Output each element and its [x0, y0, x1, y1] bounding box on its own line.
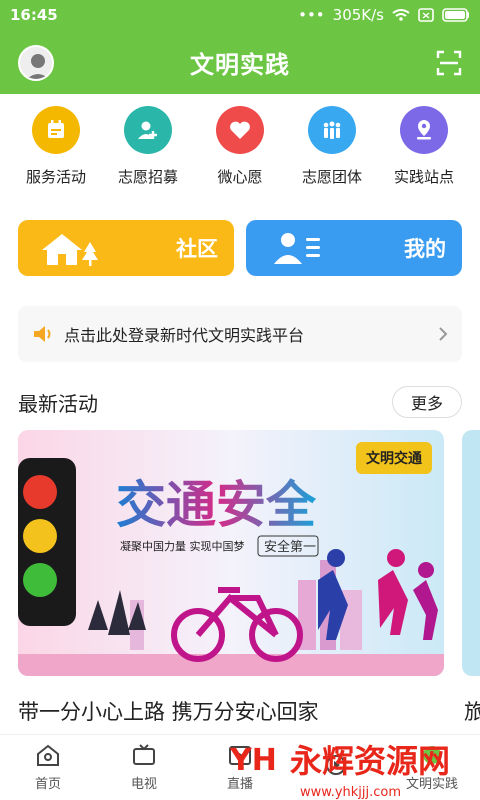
quick-action-label: 服务活动: [25, 168, 86, 186]
quick-action-label: 微心愿: [217, 168, 263, 186]
app-header: 文明实践: [0, 30, 480, 94]
banner-tag: 文明交通: [356, 442, 432, 474]
bottom-tabbar: 首页 电视 直播 文明实践: [0, 734, 480, 800]
practice-icon: [423, 746, 441, 764]
quick-action-label: 志愿团体: [301, 168, 362, 186]
next-banner-peek[interactable]: [462, 430, 480, 676]
signal-dots-icon: •••: [298, 6, 325, 24]
activity-banner[interactable]: 交通安全 凝聚中国力量 实现中国梦 安全第一 文明交通: [18, 430, 444, 676]
latest-section-header: 最新活动 更多: [18, 382, 462, 422]
home-icon: [37, 744, 59, 766]
tab-live[interactable]: 直播: [192, 735, 288, 800]
entry-cards: 社区 我的: [18, 220, 462, 276]
wifi-icon: [392, 9, 410, 21]
quick-actions: 服务活动 志愿招募 微心愿 志愿团体 实践站点: [0, 96, 480, 196]
quick-action-label: 实践站点: [393, 168, 454, 186]
login-notice[interactable]: 点击此处登录新时代文明实践平台: [18, 306, 462, 362]
chevron-right-icon: [439, 327, 448, 341]
notice-text: 点击此处登录新时代文明实践平台: [64, 326, 305, 345]
tab-label: 电视: [130, 777, 157, 792]
section-title: 最新活动: [18, 391, 98, 416]
banner-caption[interactable]: 带一分小心上路 携万分安心回家: [18, 696, 319, 726]
battery-icon: [442, 8, 469, 22]
tab-tv[interactable]: 电视: [96, 735, 192, 800]
group-icon: [308, 106, 356, 154]
status-bar: 16:45 ••• 305K/s: [0, 0, 480, 30]
quick-action-service[interactable]: 服务活动: [12, 96, 100, 196]
tab-label: 直播: [226, 777, 253, 792]
banner-headline: 交通安全: [116, 476, 317, 534]
live-icon: [229, 746, 251, 765]
network-speed: 305K/s: [332, 6, 384, 24]
community-card[interactable]: 社区: [18, 220, 234, 276]
quick-action-wish[interactable]: 微心愿: [196, 96, 284, 196]
banner-slogan: 凝聚中国力量 实现中国梦: [120, 539, 245, 553]
tab-practice[interactable]: 文明实践: [384, 735, 480, 800]
community-label: 社区: [176, 237, 218, 261]
house-icon: [42, 234, 98, 266]
quick-action-recruit[interactable]: 志愿招募: [104, 96, 192, 196]
status-right: ••• 305K/s: [298, 6, 470, 24]
quick-action-label: 志愿招募: [117, 168, 178, 186]
next-banner-caption[interactable]: 旅: [464, 696, 480, 726]
tab-label: 首页: [34, 777, 61, 792]
profile-card-icon: [274, 233, 320, 264]
tab-label: 文明实践: [405, 777, 458, 792]
mine-label: 我的: [404, 237, 446, 261]
tab-play[interactable]: [288, 735, 384, 800]
more-button[interactable]: 更多: [392, 386, 462, 418]
tab-home[interactable]: 首页: [0, 735, 96, 800]
quick-action-group[interactable]: 志愿团体: [288, 96, 376, 196]
mine-card[interactable]: 我的: [246, 220, 462, 276]
heart-icon: [216, 106, 264, 154]
sim-icon: [418, 8, 434, 22]
page-title: 文明实践: [190, 50, 290, 79]
tv-icon: [133, 744, 155, 765]
play-icon: [326, 754, 346, 775]
location-pin-icon: [400, 106, 448, 154]
calendar-icon: [32, 106, 80, 154]
status-time: 16:45: [10, 6, 58, 24]
user-add-icon: [124, 106, 172, 154]
quick-action-station[interactable]: 实践站点: [380, 96, 468, 196]
scan-icon[interactable]: [436, 50, 462, 76]
avatar[interactable]: [18, 45, 54, 81]
banner-stamp: 安全第一: [264, 539, 316, 555]
speaker-icon: [34, 326, 51, 342]
